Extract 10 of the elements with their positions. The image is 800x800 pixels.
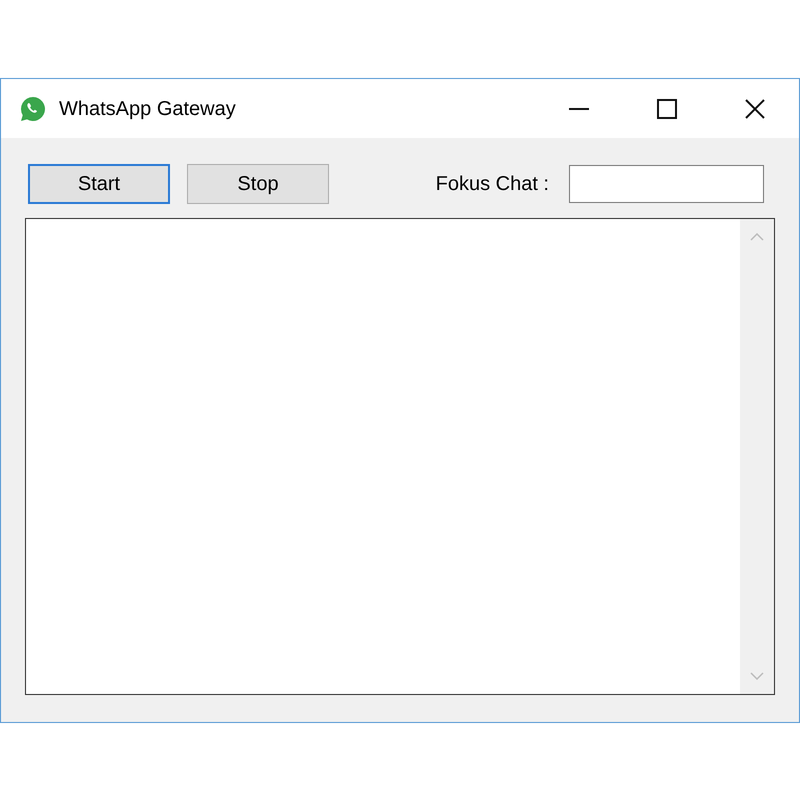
close-icon bbox=[745, 98, 765, 118]
scrollbar[interactable] bbox=[740, 219, 774, 694]
minimize-icon bbox=[569, 108, 589, 110]
window-title: WhatsApp Gateway bbox=[59, 96, 236, 122]
action-button[interactable]: Start bbox=[28, 164, 170, 204]
action-button[interactable]: Stop bbox=[187, 164, 329, 204]
chat-bubble-icon bbox=[19, 94, 47, 122]
field-label: Fokus Chat : bbox=[436, 172, 549, 197]
maximize-icon bbox=[657, 98, 677, 118]
input-field[interactable] bbox=[569, 165, 764, 203]
